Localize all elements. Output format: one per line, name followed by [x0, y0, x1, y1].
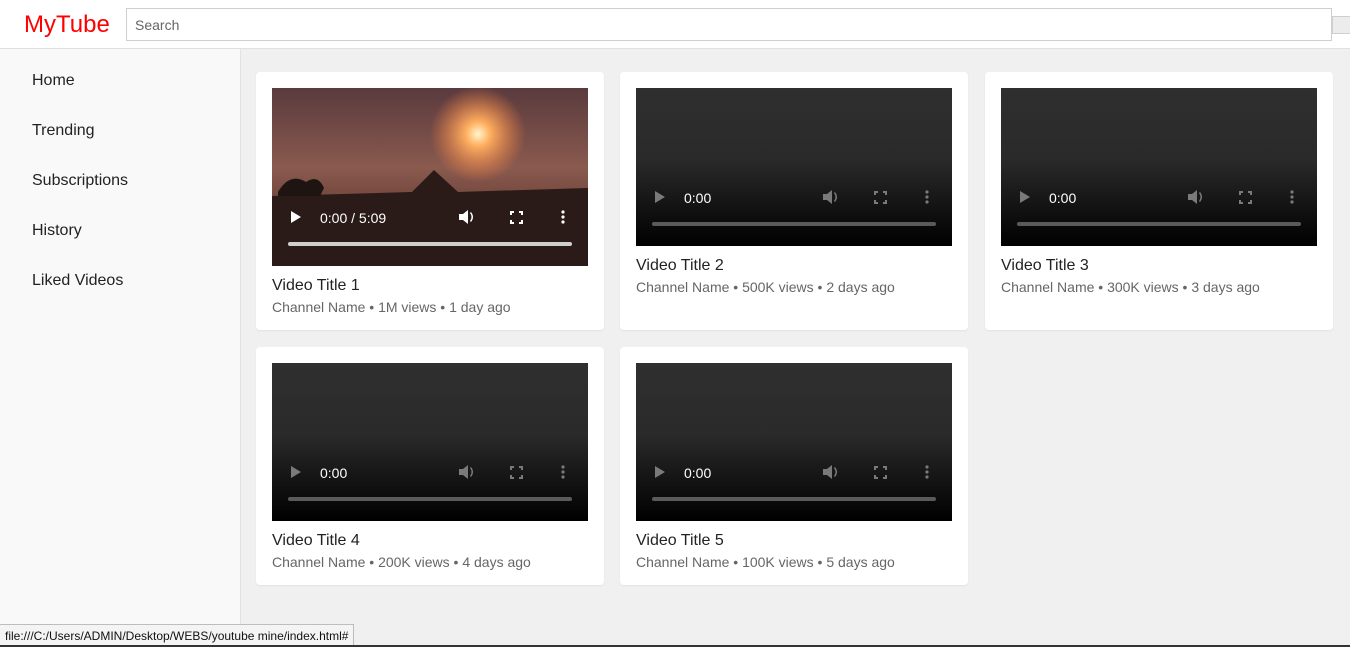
play-icon[interactable]: [290, 210, 302, 224]
volume-icon[interactable]: [822, 189, 840, 205]
fullscreen-icon[interactable]: [1239, 191, 1252, 204]
sidebar-item-subscriptions[interactable]: Subscriptions: [32, 171, 128, 191]
volume-icon[interactable]: [822, 464, 840, 480]
more-options-icon[interactable]: [925, 465, 929, 479]
site-logo[interactable]: MyTube: [24, 11, 110, 39]
video-meta: Channel Name • 1M views • 1 day ago: [272, 299, 511, 315]
video-time: 0:00 / 5:09: [320, 210, 387, 226]
sidebar-item-history[interactable]: History: [32, 221, 82, 241]
video-progress-bar[interactable]: [288, 242, 572, 246]
fullscreen-icon[interactable]: [874, 466, 887, 479]
search-button[interactable]: [1332, 16, 1350, 34]
video-player[interactable]: 0:00: [636, 363, 952, 521]
fullscreen-icon[interactable]: [874, 191, 887, 204]
more-options-icon[interactable]: [1290, 190, 1294, 204]
video-progress-bar[interactable]: [652, 222, 936, 226]
video-title[interactable]: Video Title 2: [636, 256, 724, 276]
video-title[interactable]: Video Title 1: [272, 276, 360, 296]
video-card[interactable]: 0:00 Video Title 3 Channel Name • 300K v…: [985, 72, 1333, 330]
video-meta: Channel Name • 500K views • 2 days ago: [636, 279, 895, 295]
video-progress-bar[interactable]: [288, 497, 572, 501]
more-options-icon[interactable]: [925, 190, 929, 204]
video-time: 0:00: [684, 465, 712, 481]
more-options-icon[interactable]: [561, 210, 565, 224]
sidebar: Home Trending Subscriptions History Like…: [0, 49, 241, 647]
video-card[interactable]: 0:00 / 5:09 Video Title 1 Channel Name •…: [256, 72, 604, 330]
play-icon[interactable]: [654, 190, 666, 204]
volume-icon[interactable]: [1187, 189, 1205, 205]
search-input[interactable]: [126, 8, 1332, 41]
video-player[interactable]: 0:00: [1001, 88, 1317, 246]
video-card[interactable]: 0:00 Video Title 2 Channel Name • 500K v…: [620, 72, 968, 330]
video-time: 0:00: [684, 190, 712, 206]
video-player[interactable]: 0:00: [272, 363, 588, 521]
video-progress-bar[interactable]: [652, 497, 936, 501]
video-time: 0:00: [1049, 190, 1077, 206]
volume-icon[interactable]: [458, 464, 476, 480]
play-icon[interactable]: [290, 465, 302, 479]
video-title[interactable]: Video Title 3: [1001, 256, 1089, 276]
fullscreen-icon[interactable]: [510, 466, 523, 479]
play-icon[interactable]: [1019, 190, 1031, 204]
more-options-icon[interactable]: [561, 465, 565, 479]
video-meta: Channel Name • 100K views • 5 days ago: [636, 554, 895, 570]
video-title[interactable]: Video Title 5: [636, 531, 724, 551]
top-header: MyTube: [0, 0, 1350, 49]
fullscreen-icon[interactable]: [510, 211, 523, 224]
browser-status-url: file:///C:/Users/ADMIN/Desktop/WEBS/yout…: [0, 624, 355, 646]
video-meta: Channel Name • 300K views • 3 days ago: [1001, 279, 1260, 295]
video-title[interactable]: Video Title 4: [272, 531, 360, 551]
play-icon[interactable]: [654, 465, 666, 479]
video-time: 0:00: [320, 465, 348, 481]
video-thumbnail: [272, 88, 588, 266]
sidebar-item-home[interactable]: Home: [32, 71, 75, 91]
video-card[interactable]: 0:00 Video Title 4 Channel Name • 200K v…: [256, 347, 604, 585]
sidebar-item-liked-videos[interactable]: Liked Videos: [32, 271, 123, 291]
video-player[interactable]: 0:00 / 5:09: [272, 88, 588, 266]
video-card[interactable]: 0:00 Video Title 5 Channel Name • 100K v…: [620, 347, 968, 585]
sidebar-item-trending[interactable]: Trending: [32, 121, 95, 141]
volume-icon[interactable]: [458, 209, 476, 225]
video-progress-bar[interactable]: [1017, 222, 1301, 226]
video-player[interactable]: 0:00: [636, 88, 952, 246]
video-meta: Channel Name • 200K views • 4 days ago: [272, 554, 531, 570]
